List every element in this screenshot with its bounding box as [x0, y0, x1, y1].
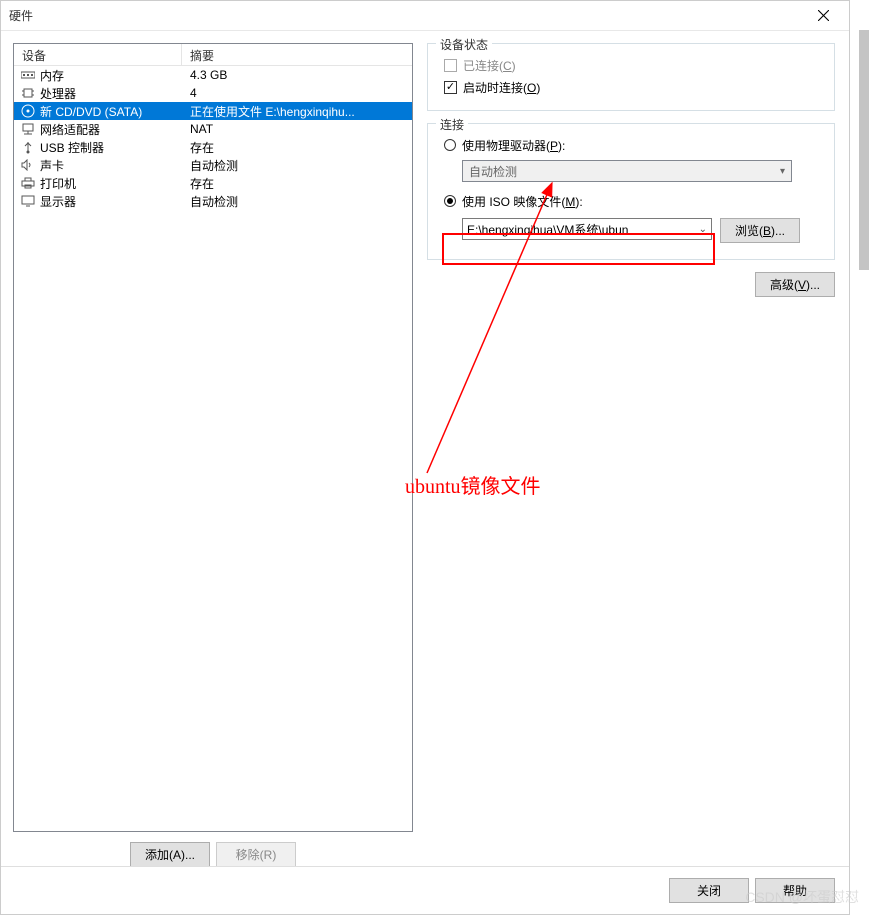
connect-on-power-row[interactable]: 启动时连接(O) — [444, 76, 822, 98]
dialog-title: 硬件 — [9, 7, 803, 24]
help-button[interactable]: 帮助 — [755, 878, 835, 903]
side-scrollbar[interactable] — [859, 30, 869, 270]
device-summary: 正在使用文件 E:\hengxinqihu... — [182, 103, 412, 120]
cd-icon — [20, 103, 36, 119]
memory-icon — [20, 67, 36, 83]
power-label: 启动时连接(O) — [463, 79, 540, 96]
physical-value: 自动检测 — [469, 163, 780, 180]
device-name: USB 控制器 — [40, 139, 182, 156]
device-name: 内存 — [40, 67, 182, 84]
network-icon — [20, 121, 36, 137]
connection-group: 连接 使用物理驱动器(P): 自动检测 ▾ 使用 ISO 映像文件(M): — [427, 123, 835, 260]
device-status-group: 设备状态 已连接(C) 启动时连接(O) — [427, 43, 835, 111]
device-list: 设备 摘要 内存4.3 GB处理器4新 CD/DVD (SATA)正在使用文件 … — [13, 43, 413, 832]
usb-icon — [20, 139, 36, 155]
hardware-dialog: 硬件 设备 摘要 内存4.3 GB处理器4新 CD/DVD (SATA)正在使用… — [0, 0, 850, 915]
iso-label: 使用 ISO 映像文件(M): — [462, 193, 583, 210]
titlebar: 硬件 — [1, 1, 849, 31]
group-title-connection: 连接 — [436, 116, 468, 133]
cpu-icon — [20, 85, 36, 101]
device-name: 声卡 — [40, 157, 182, 174]
column-summary[interactable]: 摘要 — [182, 44, 412, 65]
list-header: 设备 摘要 — [14, 44, 412, 66]
device-summary: 存在 — [182, 175, 412, 192]
device-name: 打印机 — [40, 175, 182, 192]
column-device[interactable]: 设备 — [14, 44, 182, 65]
list-row-cpu[interactable]: 处理器4 — [14, 84, 412, 102]
printer-icon — [20, 175, 36, 191]
connected-row[interactable]: 已连接(C) — [444, 54, 822, 76]
browse-button[interactable]: 浏览(B)... — [720, 218, 800, 243]
device-summary: 自动检测 — [182, 157, 412, 174]
device-summary: NAT — [182, 122, 412, 136]
physical-drive-combo: 自动检测 ▾ — [462, 160, 792, 182]
list-row-network[interactable]: 网络适配器NAT — [14, 120, 412, 138]
list-row-cd[interactable]: 新 CD/DVD (SATA)正在使用文件 E:\hengxinqihu... — [14, 102, 412, 120]
advanced-row: 高级(V)... — [427, 272, 835, 297]
add-button[interactable]: 添加(A)... — [130, 842, 210, 867]
left-panel: 设备 摘要 内存4.3 GB处理器4新 CD/DVD (SATA)正在使用文件 … — [13, 43, 413, 867]
list-row-usb[interactable]: USB 控制器存在 — [14, 138, 412, 156]
close-icon — [818, 10, 829, 21]
close-dialog-button[interactable]: 关闭 — [669, 878, 749, 903]
close-button[interactable] — [803, 2, 843, 30]
iso-input-row: E:\hengxinqihua\VM系统\ubun ⌄ 浏览(B)... — [462, 218, 822, 243]
chevron-down-icon: ⌄ — [695, 224, 707, 235]
physical-label: 使用物理驱动器(P): — [462, 137, 565, 154]
advanced-button[interactable]: 高级(V)... — [755, 272, 835, 297]
device-name: 显示器 — [40, 193, 182, 210]
device-summary: 4 — [182, 86, 412, 100]
checkbox-connected — [444, 59, 457, 72]
radio-iso[interactable] — [444, 195, 456, 207]
checkbox-power[interactable] — [444, 81, 457, 94]
annotation-text: ubuntu镜像文件 — [405, 470, 541, 499]
radio-physical[interactable] — [444, 139, 456, 151]
device-name: 新 CD/DVD (SATA) — [40, 103, 182, 120]
list-row-sound[interactable]: 声卡自动检测 — [14, 156, 412, 174]
left-buttons: 添加(A)... 移除(R) — [13, 842, 413, 867]
group-title-status: 设备状态 — [436, 36, 492, 53]
list-row-display[interactable]: 显示器自动检测 — [14, 192, 412, 210]
device-summary: 存在 — [182, 139, 412, 156]
iso-path-combo[interactable]: E:\hengxinqihua\VM系统\ubun ⌄ — [462, 218, 712, 240]
connected-label: 已连接(C) — [463, 57, 516, 74]
list-body: 内存4.3 GB处理器4新 CD/DVD (SATA)正在使用文件 E:\hen… — [14, 66, 412, 210]
remove-button: 移除(R) — [216, 842, 296, 867]
bottom-bar: 关闭 帮助 — [1, 866, 849, 914]
list-row-printer[interactable]: 打印机存在 — [14, 174, 412, 192]
iso-value: E:\hengxinqihua\VM系统\ubun — [467, 221, 695, 238]
right-panel: 设备状态 已连接(C) 启动时连接(O) 连接 使用物理驱动器(P): — [427, 43, 835, 867]
chevron-down-icon: ▾ — [780, 166, 785, 177]
device-summary: 自动检测 — [182, 193, 412, 210]
iso-file-row[interactable]: 使用 ISO 映像文件(M): — [444, 190, 822, 212]
list-row-memory[interactable]: 内存4.3 GB — [14, 66, 412, 84]
device-name: 处理器 — [40, 85, 182, 102]
content-area: 设备 摘要 内存4.3 GB处理器4新 CD/DVD (SATA)正在使用文件 … — [1, 31, 849, 867]
sound-icon — [20, 157, 36, 173]
device-name: 网络适配器 — [40, 121, 182, 138]
display-icon — [20, 193, 36, 209]
physical-drive-row[interactable]: 使用物理驱动器(P): — [444, 134, 822, 156]
device-summary: 4.3 GB — [182, 68, 412, 82]
